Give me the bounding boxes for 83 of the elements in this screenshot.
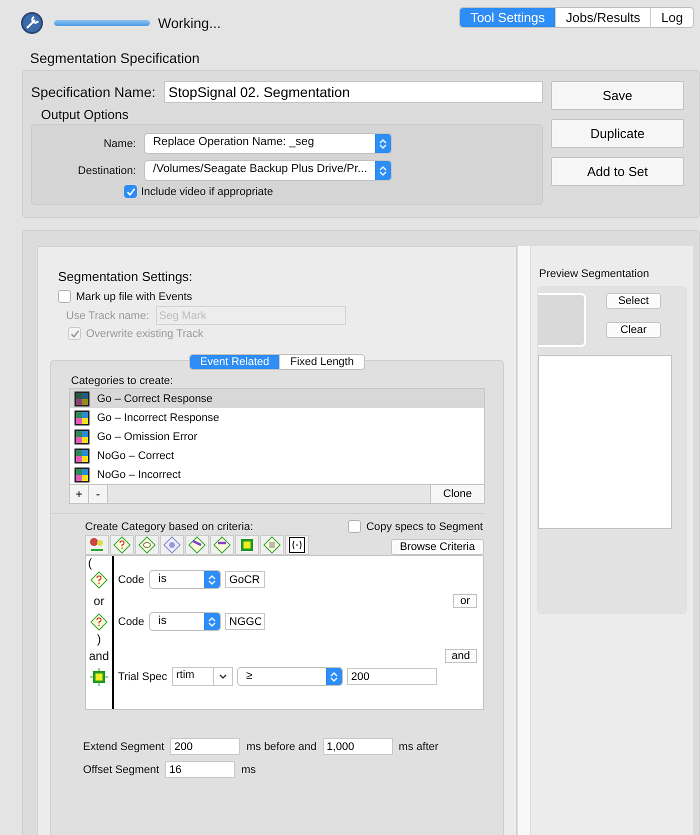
- field-label: Code: [118, 574, 144, 586]
- list-label: Categories to create:: [70, 375, 174, 388]
- bracket-text: (: [88, 556, 92, 570]
- section-title: Segmentation Specification: [29, 49, 201, 68]
- category-icon: [74, 466, 90, 482]
- input-field[interactable]: 1,000: [322, 738, 393, 755]
- status-text: Working...: [158, 15, 221, 31]
- toolbar-button[interactable]: [285, 535, 309, 555]
- operator-text: or: [94, 594, 104, 608]
- chip-icon: [90, 668, 108, 686]
- input-field[interactable]: GoCR: [225, 571, 266, 588]
- input-field[interactable]: 200: [347, 668, 438, 685]
- field-label: Offset Segment: [83, 764, 160, 776]
- bracket-text: ): [97, 632, 101, 646]
- input-field[interactable]: 16: [165, 761, 236, 778]
- popup-button[interactable]: is: [149, 612, 222, 631]
- popup-button[interactable]: is: [149, 570, 222, 589]
- button[interactable]: Duplicate: [551, 119, 684, 148]
- button[interactable]: and: [444, 648, 477, 662]
- popup-button[interactable]: ≥: [237, 667, 344, 686]
- button[interactable]: or: [453, 594, 477, 608]
- category-icon: [74, 410, 90, 426]
- popup-button[interactable]: /Volumes/Seagate Backup Plus Drive/Pr...: [144, 160, 392, 181]
- question-diamond-icon: [90, 570, 108, 588]
- checkbox-label: Copy specs to Segment: [366, 520, 483, 532]
- clear-button[interactable]: Clear: [606, 322, 661, 338]
- checkbox-label: Overwrite existing Track: [86, 328, 204, 340]
- category-icon: [74, 390, 90, 406]
- section-title: Segmentation Settings:: [57, 268, 194, 286]
- name-field[interactable]: StopSignal 02. Segmentation: [164, 81, 543, 103]
- category-icon: [74, 448, 90, 464]
- brackets-icon: [287, 535, 307, 555]
- select-button[interactable]: Select: [606, 293, 661, 309]
- remove-button[interactable]: -: [89, 485, 108, 503]
- field-label: Name:: [102, 138, 136, 150]
- field-label: Destination:: [76, 164, 136, 176]
- stepper-icon: [208, 616, 216, 628]
- oval-diamond-icon: [137, 535, 157, 555]
- field-label: Code: [118, 616, 144, 628]
- stepper-icon: [379, 138, 387, 150]
- stepper-icon: [330, 670, 338, 682]
- section-title: Preview Segmentation: [538, 267, 650, 282]
- dot-diamond-icon: [162, 535, 182, 555]
- unit-text: ms: [241, 764, 256, 776]
- bar-diamond-icon: [212, 535, 232, 555]
- tab[interactable]: Fixed Length: [279, 355, 364, 369]
- list-item[interactable]: NoGo – Incorrect: [70, 465, 484, 484]
- field-label: Use Track name:: [66, 310, 150, 322]
- list-item[interactable]: Go – Incorrect Response: [70, 408, 484, 427]
- question-diamond-icon: [90, 612, 108, 630]
- tab[interactable]: Log: [650, 8, 693, 26]
- add-button[interactable]: +: [70, 485, 89, 503]
- combo-box[interactable]: rtim: [172, 667, 234, 686]
- checkbox-label: Include video if appropriate: [141, 186, 274, 198]
- checkbox[interactable]: [124, 185, 137, 198]
- stepper-icon: [379, 164, 388, 176]
- list-item[interactable]: Go – Correct Response: [70, 389, 484, 408]
- unit-text: ms after: [398, 740, 438, 752]
- popup-button[interactable]: Replace Operation Name: _seg: [144, 133, 392, 154]
- checkbox[interactable]: [348, 520, 362, 533]
- unit-text: ms before and: [246, 740, 317, 752]
- stepper-icon: [208, 574, 216, 586]
- field-label: Trial Spec: [118, 670, 168, 682]
- field-label: Specification Name:: [31, 84, 156, 100]
- lines-diamond-icon: [262, 535, 282, 555]
- category-icon: [74, 428, 90, 444]
- browse-button[interactable]: Browse Criteria: [390, 539, 484, 555]
- chevron-icon: [218, 672, 228, 680]
- slash-diamond-icon: [187, 535, 207, 555]
- button[interactable]: Save: [551, 81, 684, 110]
- input-field[interactable]: 200: [170, 738, 240, 755]
- question-diamond-icon: [112, 535, 132, 555]
- group-title: Output Options: [40, 106, 130, 122]
- checkbox-label: Mark up file with Events: [76, 290, 192, 302]
- section-label: Create Category based on criteria:: [85, 520, 254, 532]
- list-item[interactable]: Go – Omission Error: [70, 427, 484, 446]
- field-label: Extend Segment: [83, 740, 164, 752]
- checkbox[interactable]: [58, 290, 71, 303]
- wrench-globe-icon: [20, 11, 44, 35]
- button[interactable]: Add to Set: [551, 157, 684, 186]
- list-item[interactable]: NoGo – Correct: [70, 446, 484, 465]
- operator-text: and: [88, 648, 110, 662]
- clone-button[interactable]: Clone: [430, 485, 484, 503]
